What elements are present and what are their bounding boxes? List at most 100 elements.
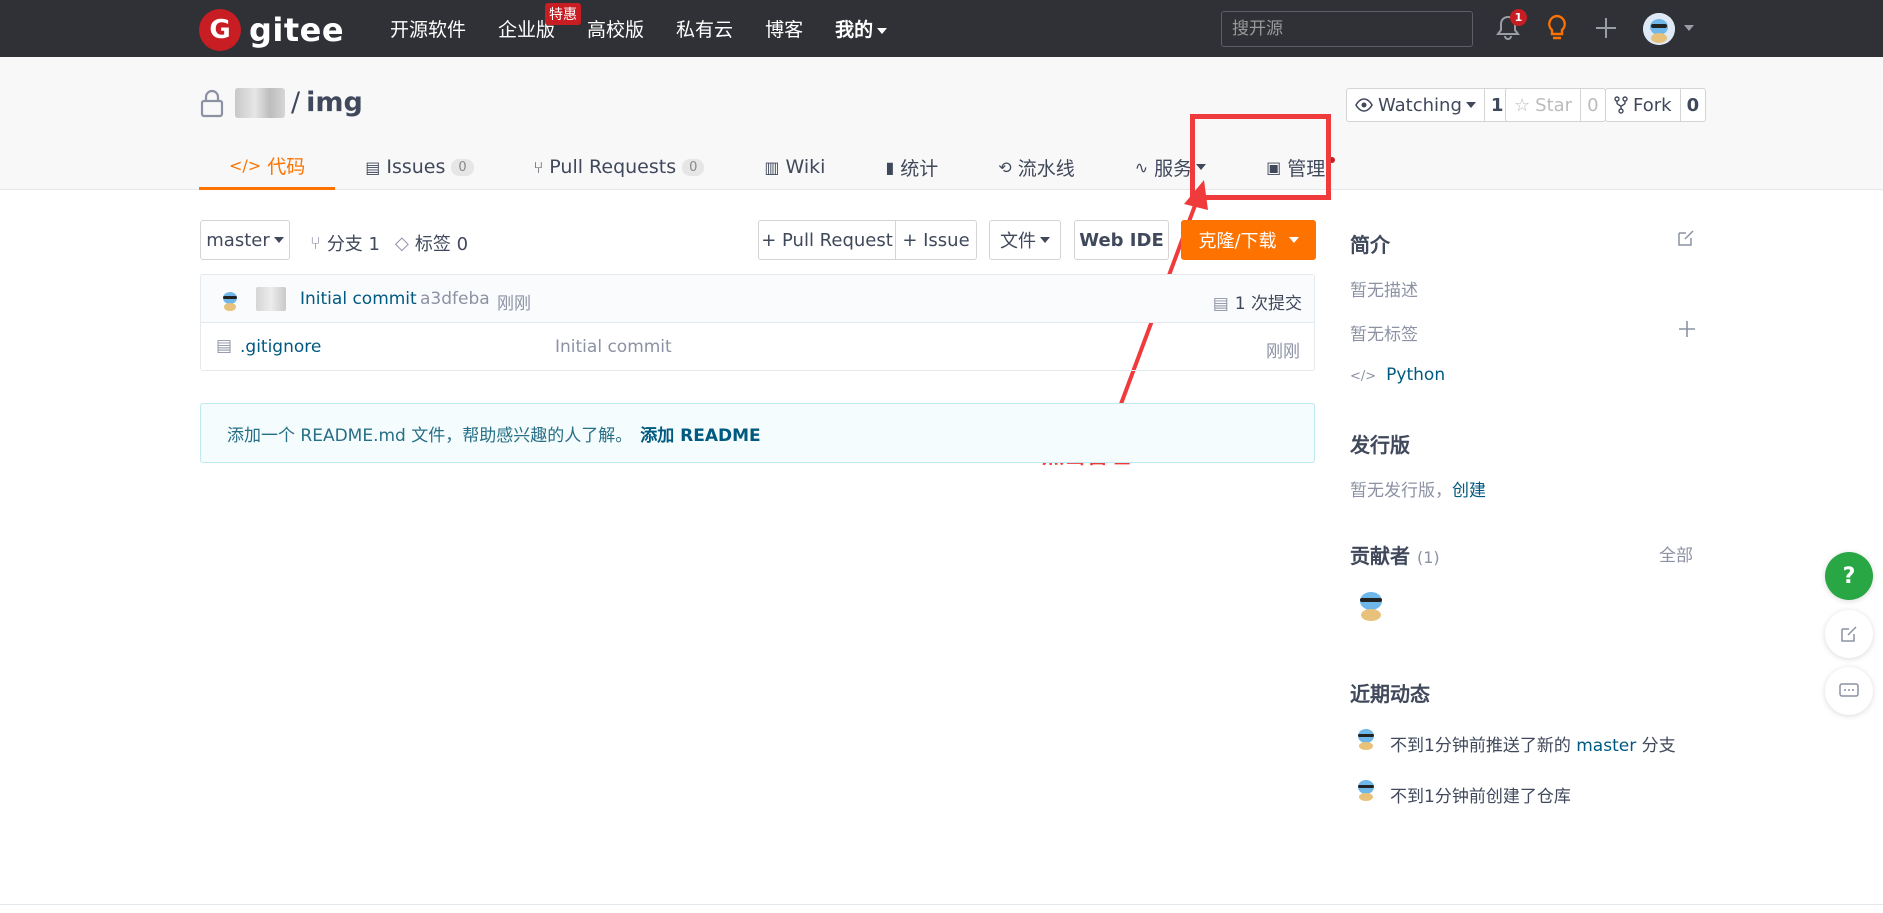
chat-button[interactable] — [1825, 667, 1873, 715]
chevron-down-icon — [273, 237, 284, 243]
file-menu-label: 文件 — [1000, 231, 1036, 252]
repo-name[interactable]: img — [306, 87, 363, 118]
issues-icon: ▤ — [365, 157, 381, 177]
clone-label: 克隆/下载 — [1198, 231, 1277, 252]
tag-icon: ◇ — [395, 232, 409, 254]
eye-icon — [1355, 98, 1373, 112]
new-pull-request-button[interactable]: + Pull Request — [758, 220, 896, 260]
star-icon: ☆ — [1514, 94, 1531, 116]
activity-1-post: 分支 — [1636, 736, 1676, 756]
activity-heading: 近期动态 — [1350, 682, 1430, 706]
star-count[interactable]: 0 — [1581, 89, 1604, 121]
nav-blog[interactable]: 博客 — [765, 15, 803, 42]
file-menu-button[interactable]: 文件 — [989, 220, 1061, 260]
activity-item: 不到1分钟前推送了新的 master 分支 — [1390, 731, 1676, 756]
nav-mine[interactable]: 我的 — [835, 15, 888, 42]
nav-enterprise[interactable]: 企业版 特惠 — [498, 3, 582, 42]
no-release-text: 暂无发行版， — [1350, 481, 1452, 501]
no-tags: 暂无标签 — [1350, 325, 1418, 345]
tab-pull-requests[interactable]: ⑂ Pull Requests 0 — [504, 144, 735, 190]
commit-list-icon: ▤ — [1212, 294, 1229, 314]
edit-icon[interactable] — [1676, 228, 1696, 248]
nav-open-source[interactable]: 开源软件 — [390, 15, 466, 42]
tab-pr-label: Pull Requests — [549, 156, 677, 178]
commit-count-link[interactable]: ▤ 1 次提交 — [1213, 289, 1302, 314]
contributors-heading: 贡献者 (1) — [1350, 540, 1440, 569]
activity-avatar-icon[interactable] — [1353, 778, 1379, 802]
table-row[interactable]: ▤ .gitignore Initial commit 刚刚 — [201, 323, 1314, 371]
committer-name-redacted[interactable] — [256, 287, 286, 311]
tab-pipeline[interactable]: ⟲ 流水线 — [968, 144, 1104, 190]
footer-divider — [0, 904, 1883, 905]
branch-select[interactable]: master — [200, 220, 290, 260]
tips-button[interactable] — [1543, 14, 1571, 42]
search-input[interactable] — [1221, 11, 1473, 47]
commit-message-link[interactable]: Initial commit — [300, 289, 417, 309]
tab-stats[interactable]: ▮ 统计 — [855, 144, 968, 190]
plus-icon — [1596, 18, 1616, 38]
file-name-link[interactable]: .gitignore — [240, 337, 321, 357]
tab-code[interactable]: </> 代码 — [199, 144, 336, 190]
add-readme-link[interactable]: 添加 README — [640, 421, 760, 446]
contributor-avatar-icon[interactable] — [1353, 588, 1389, 622]
language-row[interactable]: </> Python — [1350, 365, 1445, 385]
commit-count-label: 1 次提交 — [1234, 294, 1302, 314]
file-list: Initial commit a3dfeba 刚刚 ▤ 1 次提交 ▤ .giti… — [200, 274, 1315, 371]
owner-name-redacted[interactable] — [235, 87, 285, 118]
web-ide-button[interactable]: Web IDE — [1074, 220, 1169, 260]
promo-badge: 特惠 — [545, 3, 582, 25]
question-icon: ? — [1842, 563, 1856, 589]
fork-count[interactable]: 0 — [1681, 89, 1706, 121]
notification-button[interactable]: 1 — [1494, 9, 1527, 42]
tags-link[interactable]: ◇ 标签 0 — [395, 230, 468, 256]
commit-time: 刚刚 — [497, 294, 531, 314]
watch-button[interactable]: Watching 1 — [1346, 88, 1511, 122]
tab-issues[interactable]: ▤ Issues 0 — [335, 144, 503, 190]
lightbulb-icon — [1548, 14, 1566, 40]
create-button[interactable] — [1592, 14, 1620, 42]
committer-avatar-icon[interactable] — [218, 288, 242, 312]
feedback-button[interactable] — [1825, 610, 1873, 658]
tab-issues-label: Issues — [386, 156, 446, 178]
user-menu-chevron-icon[interactable] — [1684, 25, 1694, 31]
top-navbar: G gitee 开源软件 企业版 特惠 高校版 私有云 博客 我的 1 — [0, 0, 1883, 57]
language-label: Python — [1386, 365, 1446, 385]
gitee-logo-icon: G — [199, 9, 241, 51]
fork-icon — [1614, 96, 1628, 114]
chat-icon — [1839, 683, 1859, 697]
readme-prompt: 添加一个 README.md 文件，帮助感兴趣的人了解。 添加 README — [200, 403, 1315, 463]
nav-private-cloud[interactable]: 私有云 — [676, 15, 733, 42]
nav-education[interactable]: 高校版 — [587, 15, 644, 42]
user-avatar[interactable] — [1643, 13, 1675, 45]
file-commit-message[interactable]: Initial commit — [555, 337, 672, 357]
activity-avatar-icon[interactable] — [1353, 727, 1379, 751]
chevron-down-icon — [1040, 237, 1050, 243]
nav-mine-label: 我的 — [835, 19, 874, 41]
branches-label: 分支 1 — [326, 234, 380, 255]
pipeline-icon: ⟲ — [998, 157, 1012, 177]
no-description: 暂无描述 — [1350, 281, 1418, 301]
all-contributors-link[interactable]: 全部 — [1659, 541, 1693, 566]
activity-branch-link[interactable]: master — [1576, 736, 1636, 756]
add-tag-plus-icon[interactable] — [1678, 320, 1696, 338]
chevron-down-icon — [877, 27, 888, 34]
help-button[interactable]: ? — [1825, 552, 1873, 600]
tab-wiki-label: Wiki — [785, 156, 826, 178]
commit-hash-link[interactable]: a3dfeba — [420, 289, 490, 309]
create-release-link[interactable]: 创建 — [1452, 481, 1486, 501]
wiki-icon: ▥ — [764, 157, 780, 177]
new-issue-button[interactable]: + Issue — [895, 220, 977, 260]
pr-count-badge: 0 — [682, 158, 705, 176]
gitee-logo[interactable]: G gitee — [199, 9, 344, 51]
tags-label: 标签 0 — [414, 234, 469, 255]
avatar-icon — [1643, 13, 1675, 45]
fork-text: Fork — [1633, 94, 1672, 116]
file-commit-time: 刚刚 — [1266, 342, 1300, 362]
intro-heading: 简介 — [1350, 233, 1390, 257]
tab-wiki[interactable]: ▥ Wiki — [734, 144, 855, 190]
star-button[interactable]: ☆ Star 0 — [1505, 88, 1606, 122]
branches-link[interactable]: ⑂ 分支 1 — [310, 230, 380, 256]
fork-button[interactable]: Fork 0 — [1605, 88, 1707, 122]
path-separator: / — [291, 87, 301, 118]
clone-download-button[interactable]: 克隆/下载 — [1181, 220, 1316, 260]
